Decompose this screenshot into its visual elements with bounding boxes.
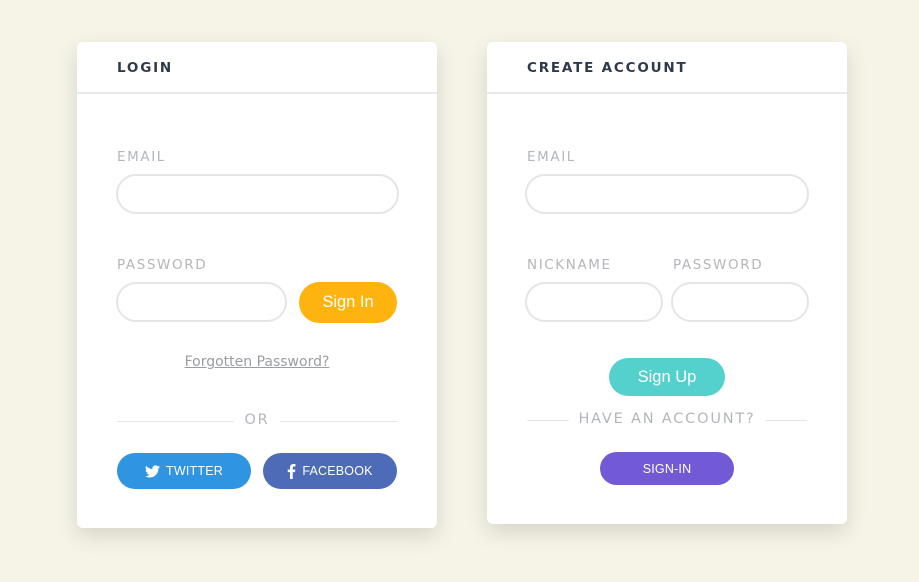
signup-password-input[interactable] bbox=[671, 282, 809, 322]
create-account-title: CREATE ACCOUNT bbox=[527, 60, 688, 76]
login-email-input[interactable] bbox=[116, 174, 399, 214]
sign-in-button[interactable]: Sign In bbox=[299, 282, 397, 323]
sign-in-alt-button-label: SIGN-IN bbox=[642, 461, 692, 476]
twitter-button-label: TWITTER bbox=[166, 464, 223, 478]
login-title: LOGIN bbox=[117, 60, 173, 76]
facebook-f-icon bbox=[287, 463, 296, 479]
signup-password-label: PASSWORD bbox=[673, 257, 764, 273]
signup-email-input[interactable] bbox=[525, 174, 809, 214]
forgot-password-link[interactable]: Forgotten Password? bbox=[77, 354, 437, 370]
twitter-button[interactable]: TWITTER bbox=[117, 453, 251, 489]
signup-email-label: EMAIL bbox=[527, 149, 576, 165]
sign-up-button-label: Sign Up bbox=[637, 367, 697, 386]
login-email-label: EMAIL bbox=[117, 149, 166, 165]
twitter-bird-icon bbox=[145, 464, 161, 478]
login-card: LOGIN EMAIL PASSWORD Sign In Forgotten P… bbox=[77, 42, 437, 528]
create-account-card: CREATE ACCOUNT EMAIL NICKNAME PASSWORD S… bbox=[487, 42, 847, 524]
create-account-card-header: CREATE ACCOUNT bbox=[487, 42, 847, 94]
login-password-input[interactable] bbox=[116, 282, 287, 322]
login-password-label: PASSWORD bbox=[117, 257, 208, 273]
nickname-label: NICKNAME bbox=[527, 257, 612, 273]
or-label: OR bbox=[244, 412, 270, 428]
nickname-input[interactable] bbox=[525, 282, 663, 322]
facebook-button-label: FACEBOOK bbox=[302, 464, 373, 478]
sign-in-button-label: Sign In bbox=[322, 293, 374, 311]
have-account-label: HAVE AN ACCOUNT? bbox=[578, 411, 756, 427]
sign-up-button[interactable]: Sign Up bbox=[609, 358, 725, 396]
facebook-button[interactable]: FACEBOOK bbox=[263, 453, 397, 489]
login-card-header: LOGIN bbox=[77, 42, 437, 94]
sign-in-alt-button[interactable]: SIGN-IN bbox=[600, 452, 734, 485]
